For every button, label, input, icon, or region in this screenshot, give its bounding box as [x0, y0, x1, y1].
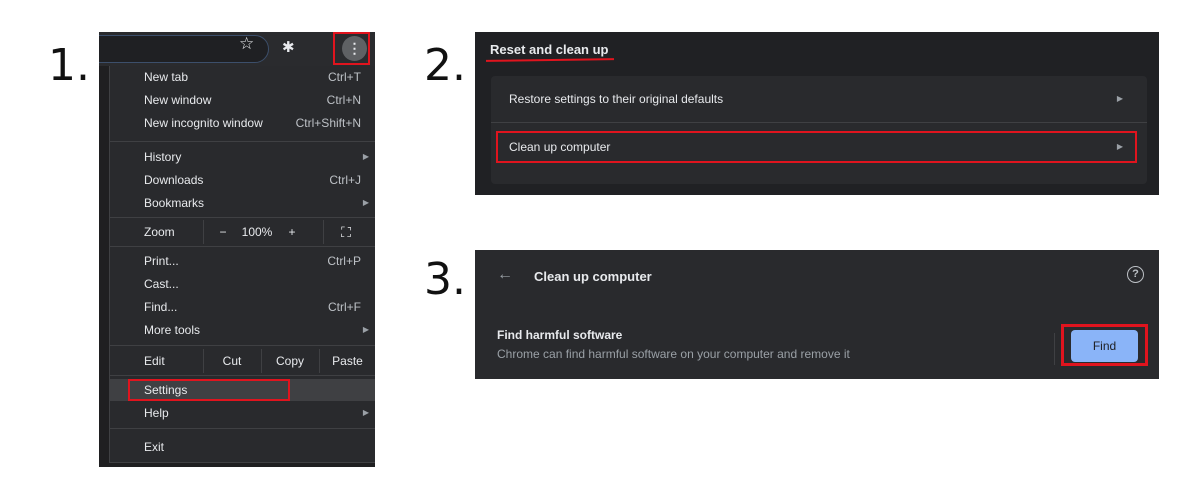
menu-item-label: Downloads	[144, 173, 204, 187]
shortcut: Ctrl+P	[327, 254, 361, 268]
chrome-menu-screenshot: ☆ ✱ ⋮ New tab Ctrl+T New window Ctrl+N N…	[99, 32, 375, 467]
cut-button[interactable]: Cut	[203, 349, 261, 373]
step-number-1: 1.	[48, 40, 90, 91]
page-title: Clean up computer	[534, 269, 652, 284]
divider	[110, 141, 375, 142]
menu-item-bookmarks[interactable]: Bookmarks ▶	[110, 192, 375, 214]
shortcut: Ctrl+Shift+N	[295, 116, 361, 130]
divider	[110, 217, 375, 218]
menu-item-find[interactable]: Find... Ctrl+F	[110, 296, 375, 318]
menu-item-cast[interactable]: Cast...	[110, 273, 375, 295]
shortcut: Ctrl+J	[329, 173, 361, 187]
copy-button[interactable]: Copy	[261, 349, 319, 373]
menu-item-history[interactable]: History ▶	[110, 146, 375, 168]
divider	[110, 246, 375, 247]
divider	[110, 375, 375, 376]
menu-item-help[interactable]: Help ▶	[110, 402, 375, 424]
divider	[110, 428, 375, 429]
setting-heading: Find harmful software	[497, 328, 623, 342]
divider	[1054, 333, 1055, 365]
extensions-icon[interactable]: ✱	[282, 38, 295, 56]
menu-item-label: New incognito window	[144, 116, 263, 130]
highlight-underline	[485, 58, 615, 62]
menu-item-downloads[interactable]: Downloads Ctrl+J	[110, 169, 375, 191]
menu-item-new-window[interactable]: New window Ctrl+N	[110, 89, 375, 111]
menu-item-more-tools[interactable]: More tools ▶	[110, 319, 375, 341]
restore-defaults-row[interactable]: Restore settings to their original defau…	[491, 76, 1147, 122]
divider	[110, 345, 375, 346]
menu-item-label: History	[144, 150, 182, 164]
menu-item-label: New tab	[144, 70, 189, 84]
shortcut: Ctrl+T	[328, 70, 361, 84]
zoom-in-button[interactable]: +	[285, 220, 299, 244]
setting-description: Chrome can find harmful software on your…	[497, 347, 850, 361]
menu-item-print[interactable]: Print... Ctrl+P	[110, 250, 375, 272]
menu-item-label: Help	[144, 406, 169, 420]
menu-item-label: Bookmarks	[144, 196, 205, 210]
zoom-out-button[interactable]: −	[216, 220, 230, 244]
zoom-level: 100%	[241, 225, 273, 239]
edit-label: Edit	[144, 354, 165, 368]
chrome-main-menu: New tab Ctrl+T New window Ctrl+N New inc…	[109, 66, 375, 463]
menu-item-label: Cast...	[144, 277, 179, 291]
menu-item-new-tab[interactable]: New tab Ctrl+T	[110, 66, 375, 88]
divider	[491, 122, 1147, 123]
menu-item-exit[interactable]: Exit	[110, 436, 375, 458]
browser-toolbar: ☆ ✱ ⋮	[99, 32, 375, 66]
help-icon[interactable]: ?	[1127, 266, 1144, 283]
fullscreen-icon[interactable]: ⛶	[334, 220, 358, 244]
paste-button[interactable]: Paste	[319, 349, 375, 373]
submenu-arrow-icon: ▶	[362, 408, 369, 417]
menu-item-label: More tools	[144, 323, 201, 337]
submenu-arrow-icon: ▶	[362, 152, 369, 161]
menu-item-label: Exit	[144, 440, 165, 454]
menu-item-label: Find...	[144, 300, 178, 314]
highlight-box	[1061, 324, 1148, 366]
highlight-box	[128, 379, 290, 401]
zoom-row: Zoom − 100% + ⛶	[110, 220, 375, 244]
shortcut: Ctrl+N	[326, 93, 361, 107]
shortcut: Ctrl+F	[328, 300, 361, 314]
settings-card: Restore settings to their original defau…	[491, 76, 1147, 184]
highlight-box	[496, 131, 1137, 163]
reset-settings-screenshot: Reset and clean up Restore settings to t…	[475, 32, 1159, 195]
cleanup-computer-screenshot: ← Clean up computer ? Find harmful softw…	[475, 250, 1159, 379]
submenu-arrow-icon: ▶	[362, 198, 369, 207]
menu-item-label: Print...	[144, 254, 179, 268]
highlight-box	[333, 32, 370, 65]
back-arrow-icon[interactable]: ←	[497, 266, 513, 284]
section-title: Reset and clean up	[490, 42, 609, 57]
menu-item-new-incognito[interactable]: New incognito window Ctrl+Shift+N	[110, 112, 375, 134]
chevron-right-icon: ▶	[1116, 94, 1123, 103]
edit-row: Edit Cut Copy Paste	[110, 349, 375, 373]
zoom-label: Zoom	[144, 225, 175, 239]
menu-item-label: New window	[144, 93, 212, 107]
row-label: Restore settings to their original defau…	[509, 92, 724, 106]
submenu-arrow-icon: ▶	[362, 325, 369, 334]
menu-item-settings[interactable]: Settings	[110, 379, 375, 401]
star-icon[interactable]: ☆	[239, 34, 254, 54]
step-number-2: 2.	[424, 40, 466, 91]
step-number-3: 3.	[424, 254, 466, 305]
